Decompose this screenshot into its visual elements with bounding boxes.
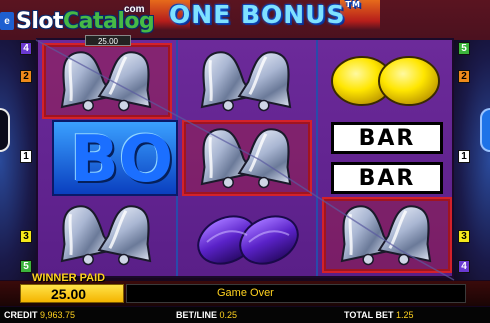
slot-game-screen: ONE BONUSTM e SlotCatalog com BO BAR BAR… <box>0 0 490 323</box>
watermark-logo: e SlotCatalog com <box>0 4 155 38</box>
bell-symbol <box>42 197 172 273</box>
lemon-icon <box>331 56 440 106</box>
bell-symbol <box>182 120 312 196</box>
plum-symbol <box>182 197 312 273</box>
bell-icon <box>200 128 292 189</box>
trademark-mark: TM <box>345 0 361 9</box>
footer-bar: CREDIT 9,963.75 BET/LINE 0.25 TOTAL BET … <box>0 307 490 323</box>
bell-icon <box>200 51 292 112</box>
game-title: ONE BONUSTM <box>150 0 380 30</box>
bell-symbol <box>42 43 172 119</box>
watermark-suffix: com <box>124 4 145 15</box>
watermark-brand-a: Slot <box>16 8 64 34</box>
lemon-symbol <box>322 43 452 119</box>
bet-per-line-value: 0.25 <box>219 310 238 320</box>
bar-plate-top: BAR <box>331 122 443 154</box>
winner-paid-value: 25.00 <box>20 284 124 303</box>
payline-marker-right: 3 <box>458 230 470 243</box>
bar-plate-bottom: BAR <box>331 162 443 194</box>
payline-marker-right: 4 <box>458 260 470 273</box>
bell-symbol <box>182 43 312 119</box>
total-bet-value: 1.25 <box>396 310 414 320</box>
payline-marker-left: 5 <box>20 260 32 273</box>
reel-3: BAR BAR <box>318 40 456 276</box>
total-bet-label: TOTAL BET <box>344 310 394 320</box>
plum-icon <box>197 215 299 265</box>
game-status-message: Game Over <box>126 284 466 303</box>
reel-2 <box>178 40 316 276</box>
watermark-badge: e <box>0 12 14 30</box>
credit-group: CREDIT 9,963.75 <box>4 307 75 323</box>
game-title-text: ONE BONUS <box>169 0 346 29</box>
payline-marker-left: 1 <box>20 150 32 163</box>
bell-symbol <box>322 197 452 273</box>
bell-icon <box>340 205 432 266</box>
payline-marker-left: 4 <box>20 42 32 55</box>
bell-icon <box>60 205 152 266</box>
payline-marker-left: 3 <box>20 230 32 243</box>
payline-marker-right: 2 <box>458 70 470 83</box>
total-bet-group: TOTAL BET 1.25 <box>344 307 414 323</box>
bell-icon <box>60 51 152 112</box>
bonus-symbol-text: BO <box>70 123 174 196</box>
left-nav-arrow[interactable] <box>0 108 10 152</box>
payline-marker-right: 5 <box>458 42 470 55</box>
credit-label: CREDIT <box>4 310 38 320</box>
bonus-symbol: BO <box>52 120 178 196</box>
payline-marker-left: 2 <box>20 70 32 83</box>
double-bar-symbol: BAR BAR <box>322 120 452 196</box>
reel-window: BO BAR BAR <box>36 38 454 278</box>
right-nav-arrow[interactable] <box>480 108 490 152</box>
payline-marker-right: 1 <box>458 150 470 163</box>
winner-paid-label: WINNER PAID <box>32 272 106 284</box>
double-bar-stack: BAR BAR <box>331 122 443 194</box>
bet-per-line-group: BET/LINE 0.25 <box>176 307 237 323</box>
bet-per-line-label: BET/LINE <box>176 310 218 320</box>
credit-value: 9,963.75 <box>40 310 76 320</box>
